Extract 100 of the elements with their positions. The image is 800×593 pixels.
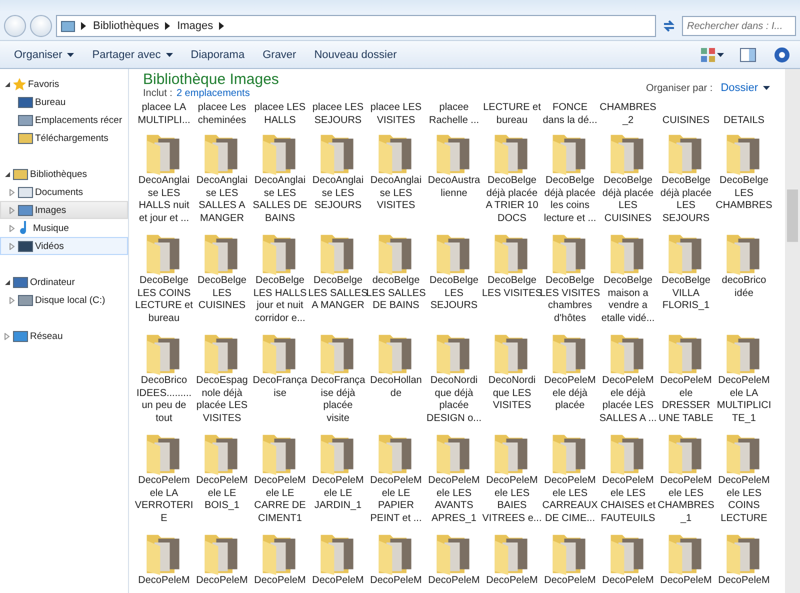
folder-label[interactable]: DecoBrico IDEES......... un peu de tout [136, 375, 192, 425]
locations-link[interactable]: 2 emplacements [176, 88, 250, 99]
arrange-by-label: Organiser par : [646, 82, 713, 94]
folder-label[interactable]: DecoAnglai se LES SEJOURS [312, 175, 364, 212]
folder-label[interactable]: DecoPeleM [602, 575, 654, 588]
tree-item[interactable]: Emplacements récer [0, 111, 128, 129]
toolbar-button[interactable]: Partager avec [84, 44, 181, 64]
address-field[interactable]: Bibliothèques Images [56, 15, 656, 37]
folder-label: placee Les cheminées [196, 101, 248, 127]
folder-label[interactable]: decoBrico idée [722, 275, 766, 300]
folder-label[interactable]: DecoPeleM [370, 575, 422, 588]
folder-label: placee LES HALLS [253, 101, 307, 127]
folder-label[interactable]: DecoBelge déjà placée LES CUISINES [602, 175, 654, 225]
folder-label[interactable]: DecoPeleM [718, 575, 770, 588]
collapsed-arrow-icon[interactable] [9, 224, 16, 232]
folder-label[interactable]: DecoPeleM ele déjà placée LES SALLES A ... [599, 375, 657, 425]
tree-item[interactable]: Musique [0, 219, 128, 237]
folder-label[interactable]: DecoPeleM [254, 575, 306, 588]
tree-item[interactable]: Vidéos [0, 237, 128, 255]
scrollbar[interactable] [785, 69, 800, 593]
folder-label[interactable]: DecoPeleM ele déjà placée [544, 375, 596, 412]
folder-label[interactable]: DecoBelge LES VISITES chambres d'hôtes [540, 275, 600, 325]
folder-label[interactable]: DecoPeleM [428, 575, 480, 588]
folder-label[interactable]: DecoBelge LES CHAMBRES [716, 175, 772, 212]
folder-label[interactable]: DecoBelge LES SALLES A MANGER [308, 275, 368, 312]
folder-label[interactable]: DecoPeleM ele LE PAPIER PEINT et ... [370, 475, 422, 525]
tree-item[interactable]: Disque local (C:) [0, 291, 128, 309]
toolbar-button[interactable]: Nouveau dossier [306, 44, 405, 64]
folder-label[interactable]: decoBelge LES SALLES DE BAINS [366, 275, 426, 312]
folder-label: placee LA MULTIPLI... [136, 101, 192, 127]
toolbar-button[interactable]: Graver [254, 44, 304, 64]
folder-label[interactable]: DecoPeleM [486, 575, 538, 588]
folder-label[interactable]: DecoPeleM [196, 575, 248, 588]
folder-label[interactable]: DecoBelge LES COINS LECTURE et bureau [135, 275, 193, 325]
folder-label[interactable]: DecoAnglai se LES SALLES A MANGER [196, 175, 248, 225]
search-field[interactable]: Rechercher dans : I... [682, 16, 796, 36]
expanded-arrow-icon[interactable] [4, 170, 11, 178]
folder-label: DETAILS [722, 114, 766, 127]
folder-label[interactable]: DecoBelge LES HALLS jour et nuit corridor e... [253, 275, 307, 325]
folder-label[interactable]: DecoPeleM ele LES COINS LECTURE [718, 475, 770, 525]
folder-label[interactable]: DecoPeleM ele LES CHAMBRES _1 [658, 475, 714, 525]
folder-label: placee Rachelle ... [428, 101, 480, 127]
expanded-arrow-icon[interactable] [4, 278, 11, 286]
folder-label[interactable]: DecoBelge LES CUISINES [198, 275, 246, 312]
folder-label[interactable]: DecoFrança ise déjà placée visite [310, 375, 366, 425]
folder-label[interactable]: DecoBelge déjà placée les coins lecture et ... [544, 175, 596, 225]
folder-label[interactable]: DecoBelge VILLA FLORIS_1 [662, 275, 710, 312]
tree-item[interactable]: Téléchargements [0, 129, 128, 147]
toolbar-button[interactable]: Organiser [6, 44, 82, 64]
forward-button[interactable] [30, 15, 52, 37]
folder-label[interactable]: DecoPeleM ele LA MULTIPLICI TE_1 [716, 375, 772, 425]
folder-label[interactable]: DecoNordi que LES VISITES [488, 375, 536, 412]
folder-label[interactable]: DecoPeleM [312, 575, 364, 588]
breadcrumb[interactable]: Images [177, 20, 214, 32]
folder-label[interactable]: DecoBelge LES VISITES [482, 275, 542, 300]
folder-label[interactable]: DecoBelge LES SEJOURS [430, 275, 478, 312]
folder-label[interactable]: DecoPeleM ele LES CARREAUX DE CIME... [542, 475, 598, 525]
folder-label[interactable]: DecoHollan de [370, 375, 422, 400]
folder-label[interactable]: DecoAnglai se LES SALLES DE BAINS [252, 175, 308, 225]
tree-item[interactable]: Images [0, 201, 128, 219]
folder-label[interactable]: DecoPelem ele LA VERROTERI E [134, 475, 194, 525]
collapsed-arrow-icon[interactable] [4, 332, 11, 340]
folder-label[interactable]: DecoAustra lienne [428, 175, 480, 200]
breadcrumb[interactable]: Bibliothèques [93, 20, 160, 32]
folder-label[interactable]: DecoPeleM [544, 575, 596, 588]
collapsed-arrow-icon[interactable] [9, 206, 16, 214]
folder-label[interactable]: DecoBelge déjà placée LES SEJOURS [660, 175, 712, 225]
collapsed-arrow-icon[interactable] [9, 296, 16, 304]
folder-label[interactable]: DecoPeleM [138, 575, 190, 588]
collapsed-arrow-icon[interactable] [9, 242, 16, 250]
preview-pane-icon[interactable] [740, 48, 756, 62]
toolbar-button[interactable]: Diaporama [182, 44, 253, 64]
folder-label[interactable]: DecoPeleM ele DRESSER UNE TABLE [658, 375, 714, 425]
expanded-arrow-icon[interactable] [4, 80, 11, 88]
folder-label[interactable]: DecoBelge déjà placée A TRIER 10 DOCS [486, 175, 538, 225]
folder-label[interactable]: DecoPeleM ele LE JARDIN_1 [312, 475, 364, 512]
tree-item[interactable]: Réseau [0, 327, 128, 345]
folder-label[interactable]: DecoBelge maison a vendre a etalle vidé... [601, 275, 655, 325]
tree-item[interactable]: Favoris [0, 75, 128, 93]
tree-item[interactable]: Ordinateur [0, 273, 128, 291]
folder-label[interactable]: DecoEspag nole déjà placée LES VISITES [196, 375, 248, 425]
collapsed-arrow-icon[interactable] [9, 188, 16, 196]
back-button[interactable] [4, 15, 26, 37]
folder-label[interactable]: DecoFrança ise [252, 375, 308, 400]
chevron-icon [81, 22, 87, 30]
arrange-dropdown[interactable]: Dossier [720, 82, 770, 94]
tree-item[interactable]: Bureau [0, 93, 128, 111]
chevron-icon [219, 22, 226, 30]
folder-label[interactable]: DecoAnglai se LES VISITES [370, 175, 422, 212]
view-options-icon[interactable] [701, 48, 715, 62]
tree-item[interactable]: Bibliothèques [0, 165, 128, 183]
folder-label[interactable]: DecoPeleM ele LES AVANTS APRES_1 [428, 475, 480, 525]
folder-label[interactable]: DecoPeleM [660, 575, 712, 588]
folder-label[interactable]: DecoPeleM ele LE BOIS_1 [196, 475, 248, 512]
folder-label[interactable]: DecoPeleM ele LES CHAISES et FAUTEUILS [600, 475, 656, 525]
folder-label[interactable]: DecoNordi que déjà placée DESIGN o... [426, 375, 482, 425]
tree-item[interactable]: Documents [0, 183, 128, 201]
folder-label[interactable]: DecoPeleM ele LE CARRE DE CIMENT1 [254, 475, 306, 525]
folder-label[interactable]: DecoAnglai se LES HALLS nuit et jour et ... [138, 175, 190, 225]
folder-label[interactable]: DecoPeleM ele LES BAIES VITREES e... [482, 475, 542, 525]
